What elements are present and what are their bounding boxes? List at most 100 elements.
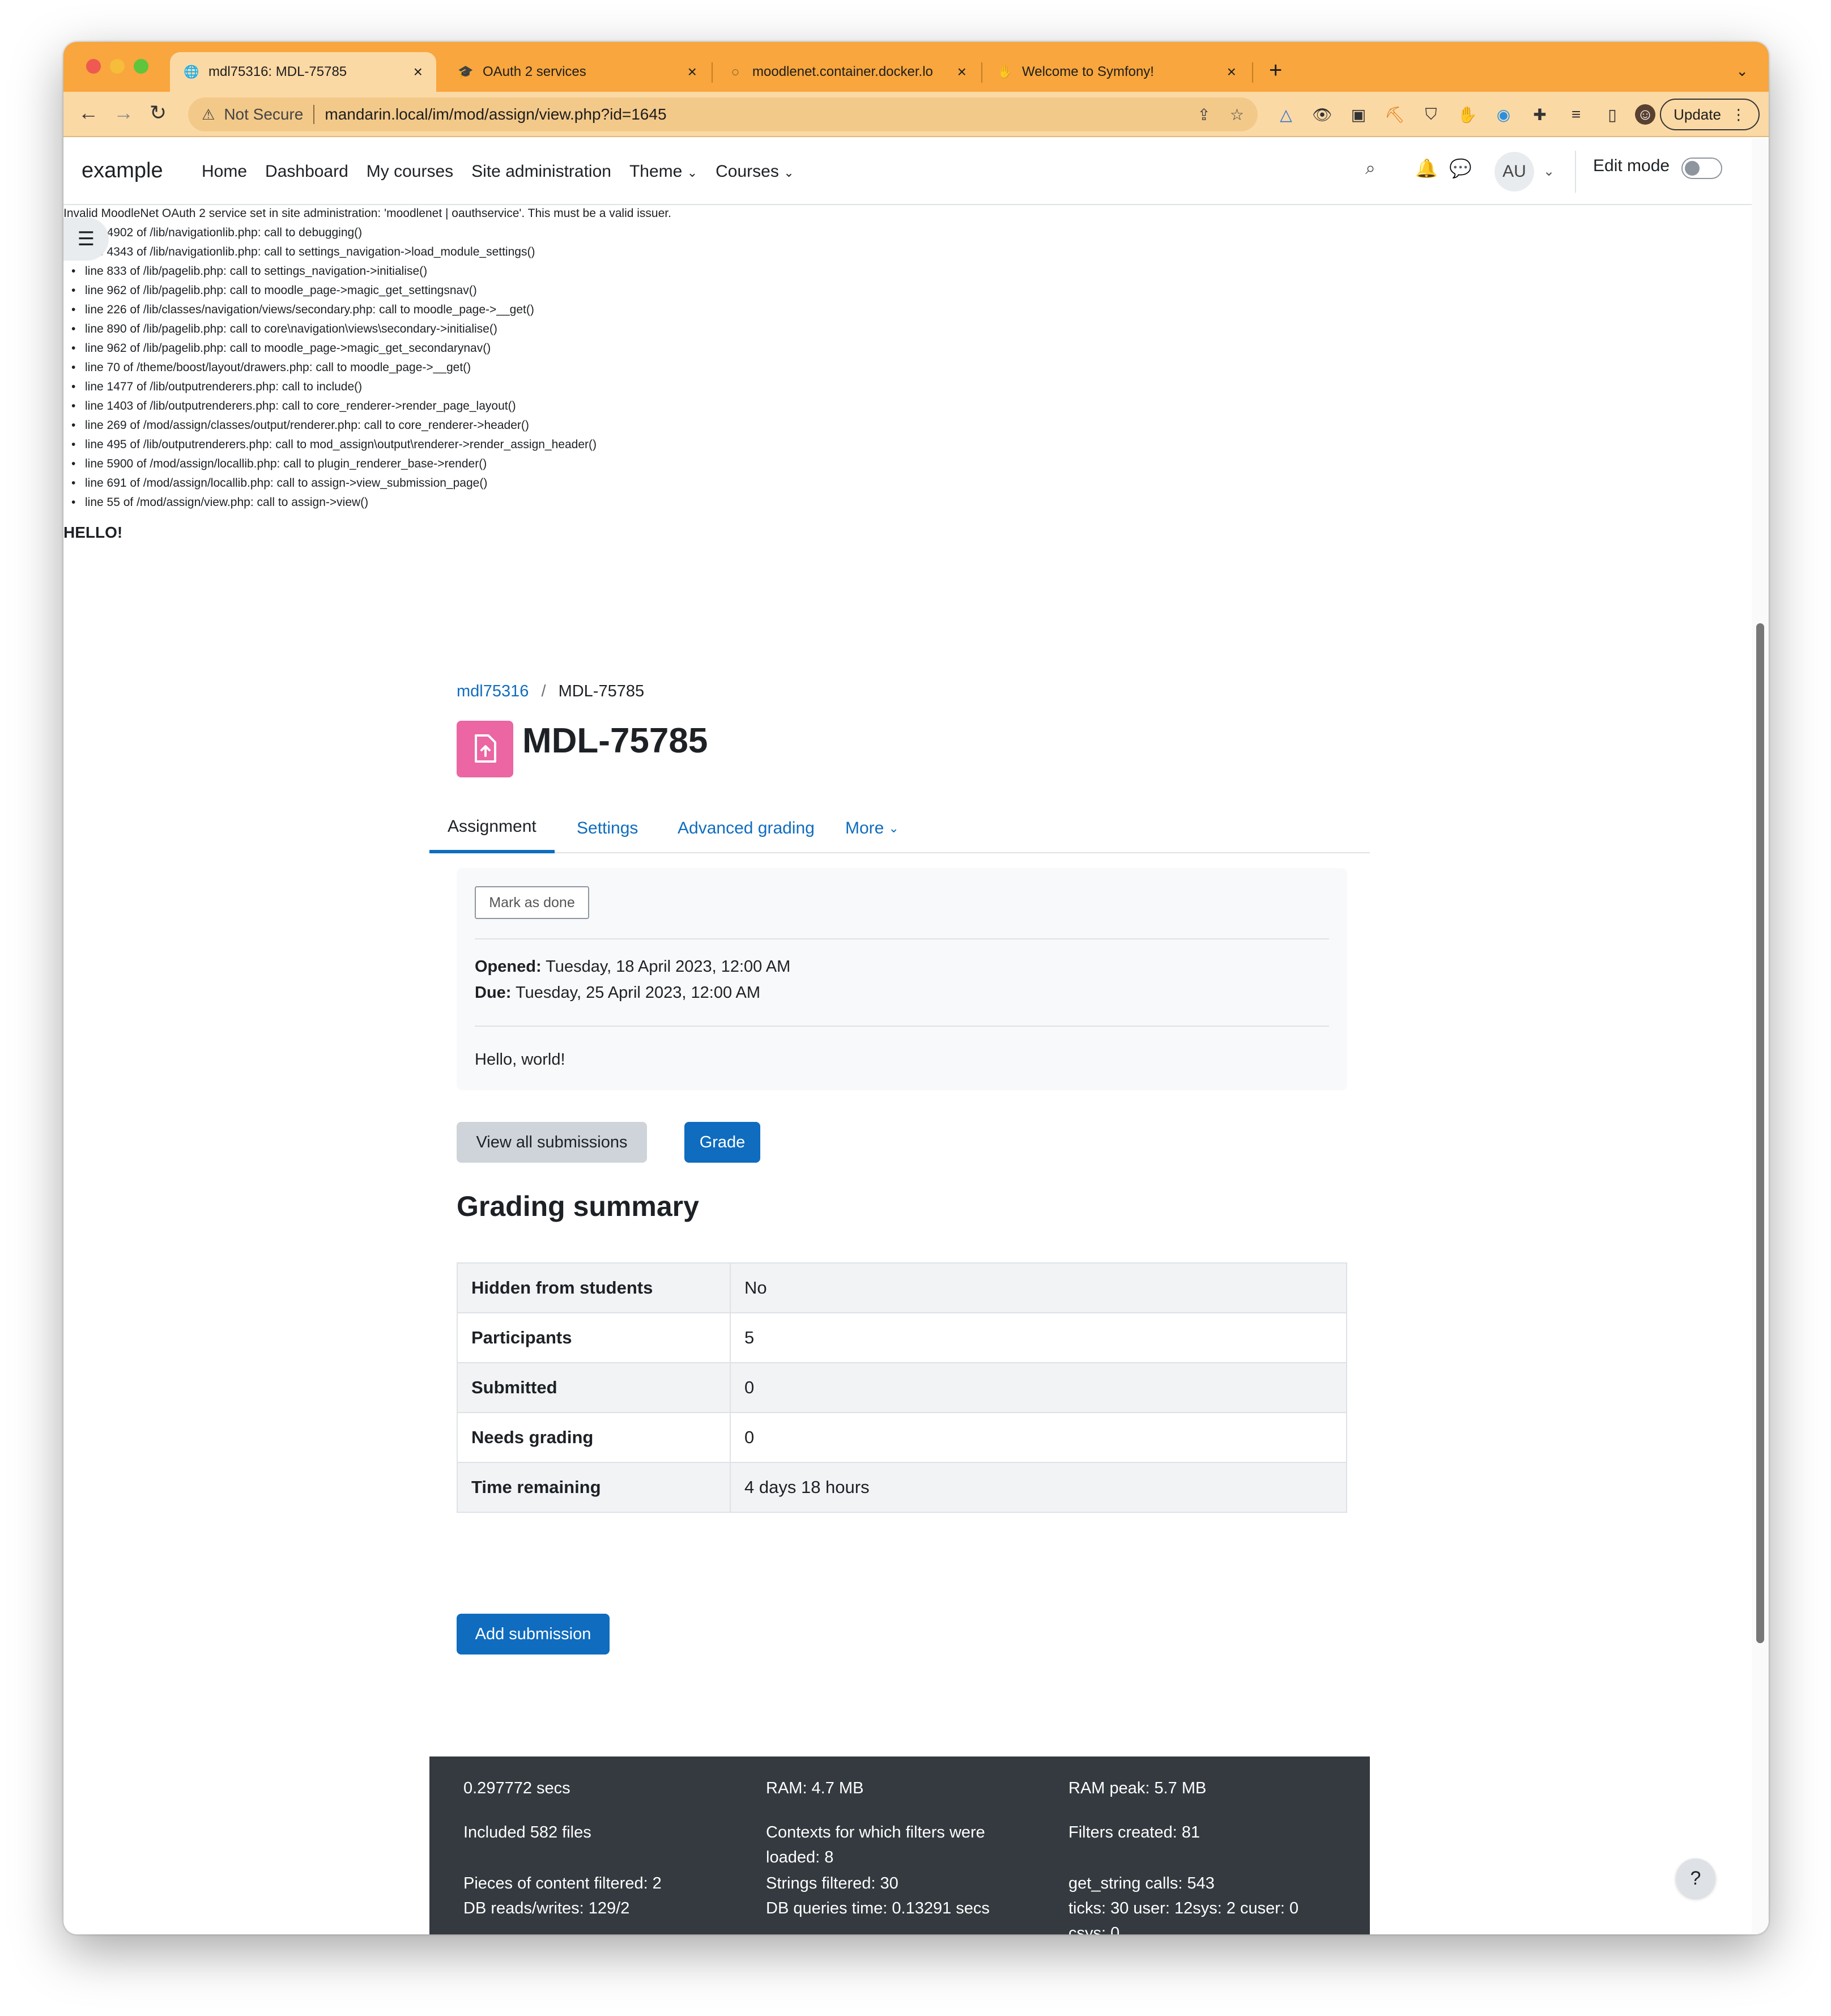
summary-value: 4 days 18 hours — [730, 1462, 1347, 1513]
forward-arrow-icon[interactable]: → — [113, 101, 134, 125]
site-brand[interactable]: example — [82, 159, 163, 183]
perf-strings-filtered: Strings filtered: 30 — [766, 1874, 899, 1892]
bell-icon[interactable]: 🔔 — [1415, 158, 1438, 179]
address-bar[interactable]: ⚠ Not Secure mandarin.local/im/mod/assig… — [188, 97, 1258, 131]
view-all-submissions-button[interactable]: View all submissions — [457, 1122, 647, 1163]
grading-summary-heading: Grading summary — [457, 1190, 699, 1222]
tab-label: Assignment — [448, 817, 536, 836]
moodle-navbar: example Home Dashboard My courses Site a… — [63, 138, 1752, 205]
tab-assignment[interactable]: Assignment — [429, 803, 555, 853]
maximize-window-button[interactable] — [134, 59, 148, 74]
breadcrumb-course-link[interactable]: mdl75316 — [457, 682, 529, 700]
tab-label: More — [845, 819, 884, 837]
close-tab-icon[interactable]: × — [1227, 63, 1236, 81]
pickaxe-extension-icon[interactable]: ⛏ — [1385, 104, 1405, 125]
perf-filters-created: Filters created: 81 — [1068, 1823, 1200, 1841]
more-vertical-icon: ⋮ — [1731, 105, 1746, 123]
mark-as-done-button[interactable]: Mark as done — [475, 886, 589, 919]
warning-icon: ⚠ — [202, 105, 215, 123]
chevron-down-icon: ⌄ — [888, 821, 899, 835]
browser-tab[interactable]: ◌ moodlenet.container.docker.lo × — [714, 52, 980, 92]
browser-tab-active[interactable]: 🌐 mdl75316: MDL-75785 × — [170, 52, 436, 92]
summary-key: Hidden from students — [457, 1262, 731, 1313]
symfony-icon: ✋ — [997, 65, 1013, 79]
help-button[interactable]: ? — [1676, 1858, 1715, 1898]
performance-footer: 0.297772 secs RAM: 4.7 MB RAM peak: 5.7 … — [429, 1756, 1370, 1934]
nav-home[interactable]: Home — [202, 162, 247, 181]
perf-ram-peak: RAM peak: 5.7 MB — [1068, 1779, 1207, 1797]
close-window-button[interactable] — [86, 59, 101, 74]
trace-line: line 70 of /theme/boost/layout/drawers.p… — [63, 358, 1027, 377]
nav-site-administration[interactable]: Site administration — [471, 162, 611, 181]
share-icon[interactable]: ⇪ — [1197, 105, 1210, 124]
perf-db-time: DB queries time: 0.13291 secs — [766, 1899, 990, 1917]
nav-my-courses[interactable]: My courses — [367, 162, 453, 181]
opened-value: Tuesday, 18 April 2023, 12:00 AM — [546, 958, 791, 976]
summary-key: Submitted — [457, 1362, 731, 1413]
tab-advanced-grading[interactable]: Advanced grading — [659, 803, 833, 853]
scrollbar-thumb[interactable] — [1756, 623, 1764, 1643]
add-submission-button[interactable]: Add submission — [457, 1614, 610, 1655]
trace-line: line 5900 of /mod/assign/locallib.php: c… — [63, 454, 1027, 474]
debug-output: Invalid MoodleNet OAuth 2 service set in… — [63, 204, 1027, 512]
table-row: Hidden from students No — [457, 1262, 1347, 1313]
tab-settings[interactable]: Settings — [559, 803, 656, 853]
reload-icon[interactable]: ↻ — [150, 101, 167, 125]
summary-key: Time remaining — [457, 1462, 731, 1513]
edit-mode-toggle[interactable] — [1681, 158, 1722, 179]
playlist-icon[interactable]: ≡ — [1566, 104, 1586, 125]
moodle-icon: 🎓 — [458, 65, 474, 79]
trace-line: line 691 of /mod/assign/locallib.php: ca… — [63, 474, 1027, 493]
nav-theme[interactable]: Theme ⌄ — [629, 162, 697, 181]
perf-contexts: Contexts for which filters were loaded: … — [766, 1823, 985, 1866]
security-label[interactable]: Not Secure — [224, 105, 303, 124]
incognito-extension-icon[interactable]: ▣ — [1348, 104, 1369, 125]
due-value: Tuesday, 25 April 2023, 12:00 AM — [516, 984, 761, 1002]
hand-extension-icon[interactable]: ✋ — [1457, 104, 1477, 125]
browser-tab[interactable]: ✋ Welcome to Symfony! × — [983, 52, 1250, 92]
toggle-knob — [1685, 161, 1700, 176]
close-tab-icon[interactable]: × — [414, 63, 423, 81]
minimize-window-button[interactable] — [110, 59, 125, 74]
profile-avatar-icon[interactable]: ☺ — [1635, 104, 1655, 125]
tab-title: OAuth 2 services — [483, 64, 586, 79]
nav-courses[interactable]: Courses ⌄ — [716, 162, 794, 181]
tab-more[interactable]: More ⌄ — [827, 803, 917, 853]
circle-extension-icon[interactable]: ◉ — [1493, 104, 1514, 125]
opened-date: Opened: Tuesday, 18 April 2023, 12:00 AM — [475, 958, 790, 976]
new-tab-icon[interactable]: + — [1269, 59, 1282, 82]
close-tab-icon[interactable]: × — [957, 63, 966, 81]
browser-tab[interactable]: 🎓 OAuth 2 services × — [444, 52, 710, 92]
grade-button[interactable]: Grade — [684, 1122, 760, 1163]
course-index-toggle[interactable]: ☰ — [63, 218, 109, 261]
search-icon[interactable]: ⌕ — [1365, 158, 1376, 179]
puzzle-icon[interactable]: ✚ — [1530, 104, 1550, 125]
chevron-down-icon[interactable]: ⌄ — [1736, 62, 1748, 80]
primary-navigation: Home Dashboard My courses Site administr… — [202, 162, 794, 181]
summary-key: Participants — [457, 1312, 731, 1363]
table-row: Participants 5 — [457, 1312, 1347, 1363]
summary-value: 0 — [730, 1412, 1347, 1463]
eye-extension-icon[interactable]: 👁 — [1312, 104, 1332, 125]
summary-value: 5 — [730, 1312, 1347, 1363]
url-text[interactable]: mandarin.local/im/mod/assign/view.php?id… — [325, 105, 1178, 124]
chat-bubble-icon[interactable]: 💬 — [1449, 158, 1472, 179]
update-button[interactable]: Update ⋮ — [1660, 99, 1760, 130]
tab-label: Advanced grading — [678, 819, 815, 837]
sidepanel-icon[interactable]: ▯ — [1602, 104, 1623, 125]
update-label: Update — [1674, 105, 1721, 123]
nav-theme-label: Theme — [629, 162, 683, 181]
close-tab-icon[interactable]: × — [688, 63, 697, 81]
drive-extension-icon[interactable]: △ — [1276, 104, 1296, 125]
globe-icon: 🌐 — [184, 65, 199, 79]
back-arrow-icon[interactable]: ← — [78, 101, 99, 125]
trace-line: line 55 of /mod/assign/view.php: call to… — [63, 493, 1027, 512]
chevron-down-icon[interactable]: ⌄ — [1543, 163, 1555, 180]
breadcrumb-separator: / — [541, 682, 546, 700]
bookmark-star-icon[interactable]: ☆ — [1230, 105, 1244, 124]
assignment-icon — [457, 721, 513, 777]
nav-dashboard[interactable]: Dashboard — [265, 162, 348, 181]
shield-extension-icon[interactable]: ⛉ — [1421, 104, 1441, 125]
user-avatar[interactable]: AU — [1494, 152, 1534, 192]
trace-line: line 962 of /lib/pagelib.php: call to mo… — [63, 339, 1027, 358]
